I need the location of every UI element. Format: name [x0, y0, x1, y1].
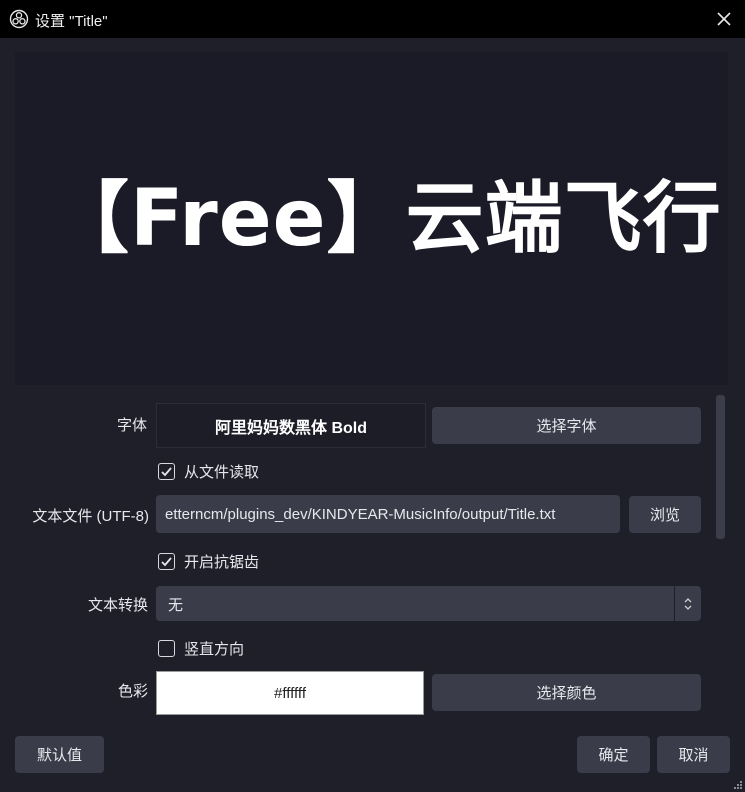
browse-button[interactable]: 浏览 — [629, 496, 701, 533]
preview-text: 【Free】云端飞行 — [51, 174, 722, 264]
properties-scrollbar[interactable] — [714, 393, 728, 713]
color-label: 色彩 — [117, 683, 148, 700]
antialiasing-label: 开启抗锯齿 — [184, 554, 260, 571]
ok-button[interactable]: 确定 — [577, 736, 650, 773]
source-preview: 【Free】云端飞行 — [15, 52, 728, 385]
text-transform-label: 文本转换 — [87, 597, 148, 614]
updown-arrows-icon — [674, 586, 701, 621]
font-label: 字体 — [116, 417, 147, 434]
resize-grip-icon[interactable] — [733, 780, 743, 790]
vertical-label: 竖直方向 — [184, 641, 245, 658]
text-file-path-input[interactable]: etterncm/plugins_dev/KINDYEAR-MusicInfo/… — [156, 495, 620, 533]
text-file-label: 文本文件 (UTF-8) — [32, 508, 149, 525]
cancel-button[interactable]: 取消 — [657, 736, 730, 773]
close-icon[interactable] — [713, 8, 735, 30]
read-from-file-checkbox-row[interactable]: 从文件读取 — [158, 461, 259, 482]
window-title: 设置 "Title" — [35, 13, 108, 30]
color-swatch: #ffffff — [156, 671, 424, 715]
select-font-button[interactable]: 选择字体 — [432, 407, 701, 444]
scrollbar-thumb[interactable] — [716, 395, 725, 539]
text-transform-value: 无 — [168, 597, 184, 614]
select-color-button[interactable]: 选择颜色 — [432, 674, 701, 711]
properties-panel: 字体 阿里妈妈数黑体 Bold 选择字体 从文件读取 文本文件 (UTF-8) … — [15, 393, 712, 715]
checkmark-icon — [161, 467, 172, 477]
antialiasing-checkbox-row[interactable]: 开启抗锯齿 — [158, 551, 259, 572]
checkmark-icon — [161, 557, 172, 567]
titlebar: 设置 "Title" — [0, 0, 745, 38]
read-from-file-label: 从文件读取 — [184, 464, 260, 481]
settings-dialog: 设置 "Title" 【Free】云端飞行 字体 阿里妈妈数黑体 Bold 选择… — [0, 0, 745, 792]
vertical-checkbox-row[interactable]: 竖直方向 — [158, 638, 244, 659]
defaults-button[interactable]: 默认值 — [15, 736, 104, 773]
text-transform-select[interactable]: 无 — [156, 586, 701, 621]
antialiasing-checkbox[interactable] — [158, 553, 175, 570]
read-from-file-checkbox[interactable] — [158, 463, 175, 480]
vertical-checkbox[interactable] — [158, 640, 175, 657]
obs-logo-icon — [9, 9, 29, 29]
font-display: 阿里妈妈数黑体 Bold — [156, 403, 426, 448]
